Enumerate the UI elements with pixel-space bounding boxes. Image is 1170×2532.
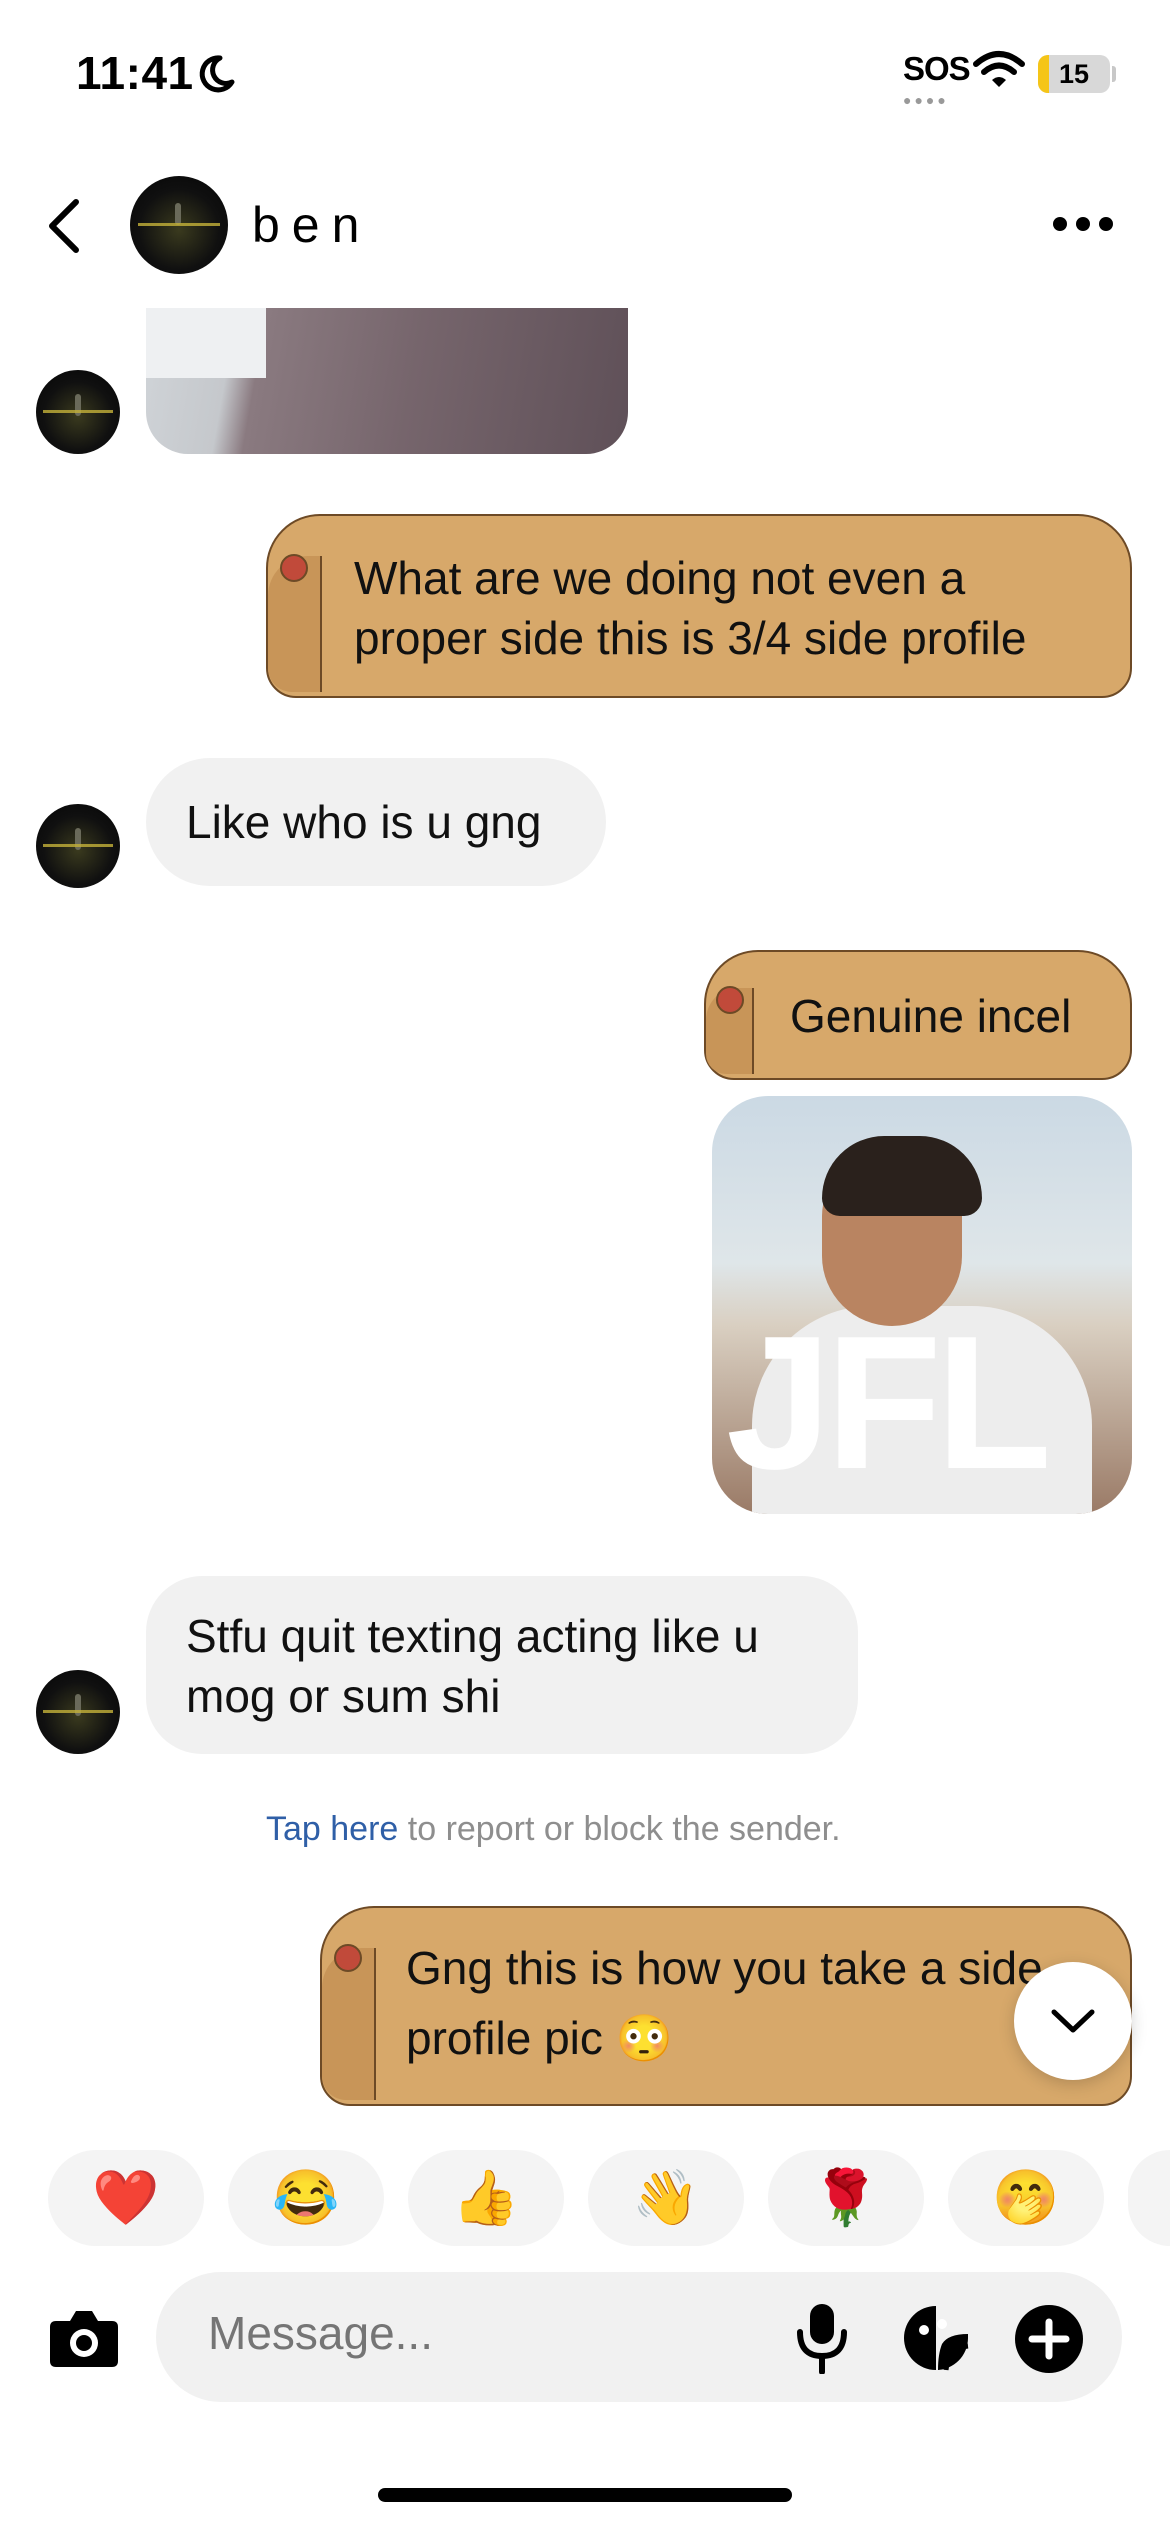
- report-notice-text: to report or block the sender.: [398, 1810, 841, 1848]
- report-notice: Tap here to report or block the sender.: [266, 1810, 841, 1849]
- sender-avatar[interactable]: [36, 1670, 120, 1754]
- message-image-jfl[interactable]: JFL: [712, 1096, 1132, 1514]
- sender-avatar[interactable]: [36, 370, 120, 454]
- signal-dots: ●●●●: [903, 92, 949, 108]
- quick-reaction-rose[interactable]: 🌹: [768, 2150, 924, 2246]
- quick-reaction-laughing[interactable]: 😂: [228, 2150, 384, 2246]
- image-overlay-text: JFL: [726, 1297, 1052, 1509]
- message-text-line: Like who is u gng: [186, 796, 542, 848]
- quick-reaction-more[interactable]: [1128, 2150, 1170, 2246]
- message-text-line: What are we doing not even a: [354, 552, 966, 604]
- message-input[interactable]: [208, 2306, 758, 2360]
- more-horizontal-icon[interactable]: [1052, 214, 1114, 234]
- sticker-icon[interactable]: [902, 2304, 970, 2372]
- status-time: 11:41: [76, 47, 194, 99]
- battery-indicator: 15: [1038, 55, 1110, 93]
- home-indicator[interactable]: [378, 2488, 792, 2502]
- report-link[interactable]: Tap here: [266, 1810, 398, 1848]
- contact-avatar[interactable]: [130, 176, 228, 274]
- sos-indicator: SOS: [903, 50, 971, 87]
- moon-icon: [199, 55, 235, 93]
- capybara-nose: [716, 986, 744, 1014]
- image-subject-hair: [822, 1136, 982, 1216]
- chevron-down-icon: [1051, 2009, 1095, 2033]
- message-text-line: mog or sum shi: [186, 1670, 501, 1722]
- message-text-line: proper side this is 3/4 side profile: [354, 612, 1027, 664]
- message-bubble-outgoing[interactable]: What are we doing not even a proper side…: [266, 514, 1132, 698]
- message-image-cropped[interactable]: [146, 308, 628, 454]
- quick-reaction-wave[interactable]: 👋: [588, 2150, 744, 2246]
- message-text-line: Gng this is how you take a side: [406, 1942, 1043, 1994]
- camera-icon[interactable]: [48, 2305, 120, 2369]
- quick-reaction-heart[interactable]: ❤️: [48, 2150, 204, 2246]
- message-bubble-incoming[interactable]: Like who is u gng: [146, 758, 606, 886]
- contact-name[interactable]: ben: [252, 196, 371, 254]
- capybara-nose: [280, 554, 308, 582]
- message-text-line: Genuine incel: [790, 990, 1072, 1042]
- add-icon[interactable]: [1014, 2304, 1084, 2374]
- wifi-icon: [973, 51, 1025, 87]
- capybara-nose: [334, 1944, 362, 1972]
- scroll-to-bottom-button[interactable]: [1014, 1962, 1132, 2080]
- back-icon[interactable]: [44, 196, 84, 256]
- quick-reaction-thumbs-up[interactable]: 👍: [408, 2150, 564, 2246]
- message-bubble-incoming[interactable]: Stfu quit texting acting like u mog or s…: [146, 1576, 858, 1754]
- message-bubble-outgoing[interactable]: Genuine incel: [704, 950, 1132, 1080]
- message-bubble-outgoing[interactable]: Gng this is how you take a side profile …: [320, 1906, 1132, 2106]
- microphone-icon[interactable]: [794, 2302, 850, 2374]
- sender-avatar[interactable]: [36, 804, 120, 888]
- message-text-line: Stfu quit texting acting like u: [186, 1610, 759, 1662]
- battery-text: 15: [1058, 59, 1090, 89]
- message-text-line: profile pic 😳: [406, 2012, 673, 2064]
- quick-reaction-giggle[interactable]: 🤭: [948, 2150, 1104, 2246]
- battery-nub: [1112, 66, 1116, 82]
